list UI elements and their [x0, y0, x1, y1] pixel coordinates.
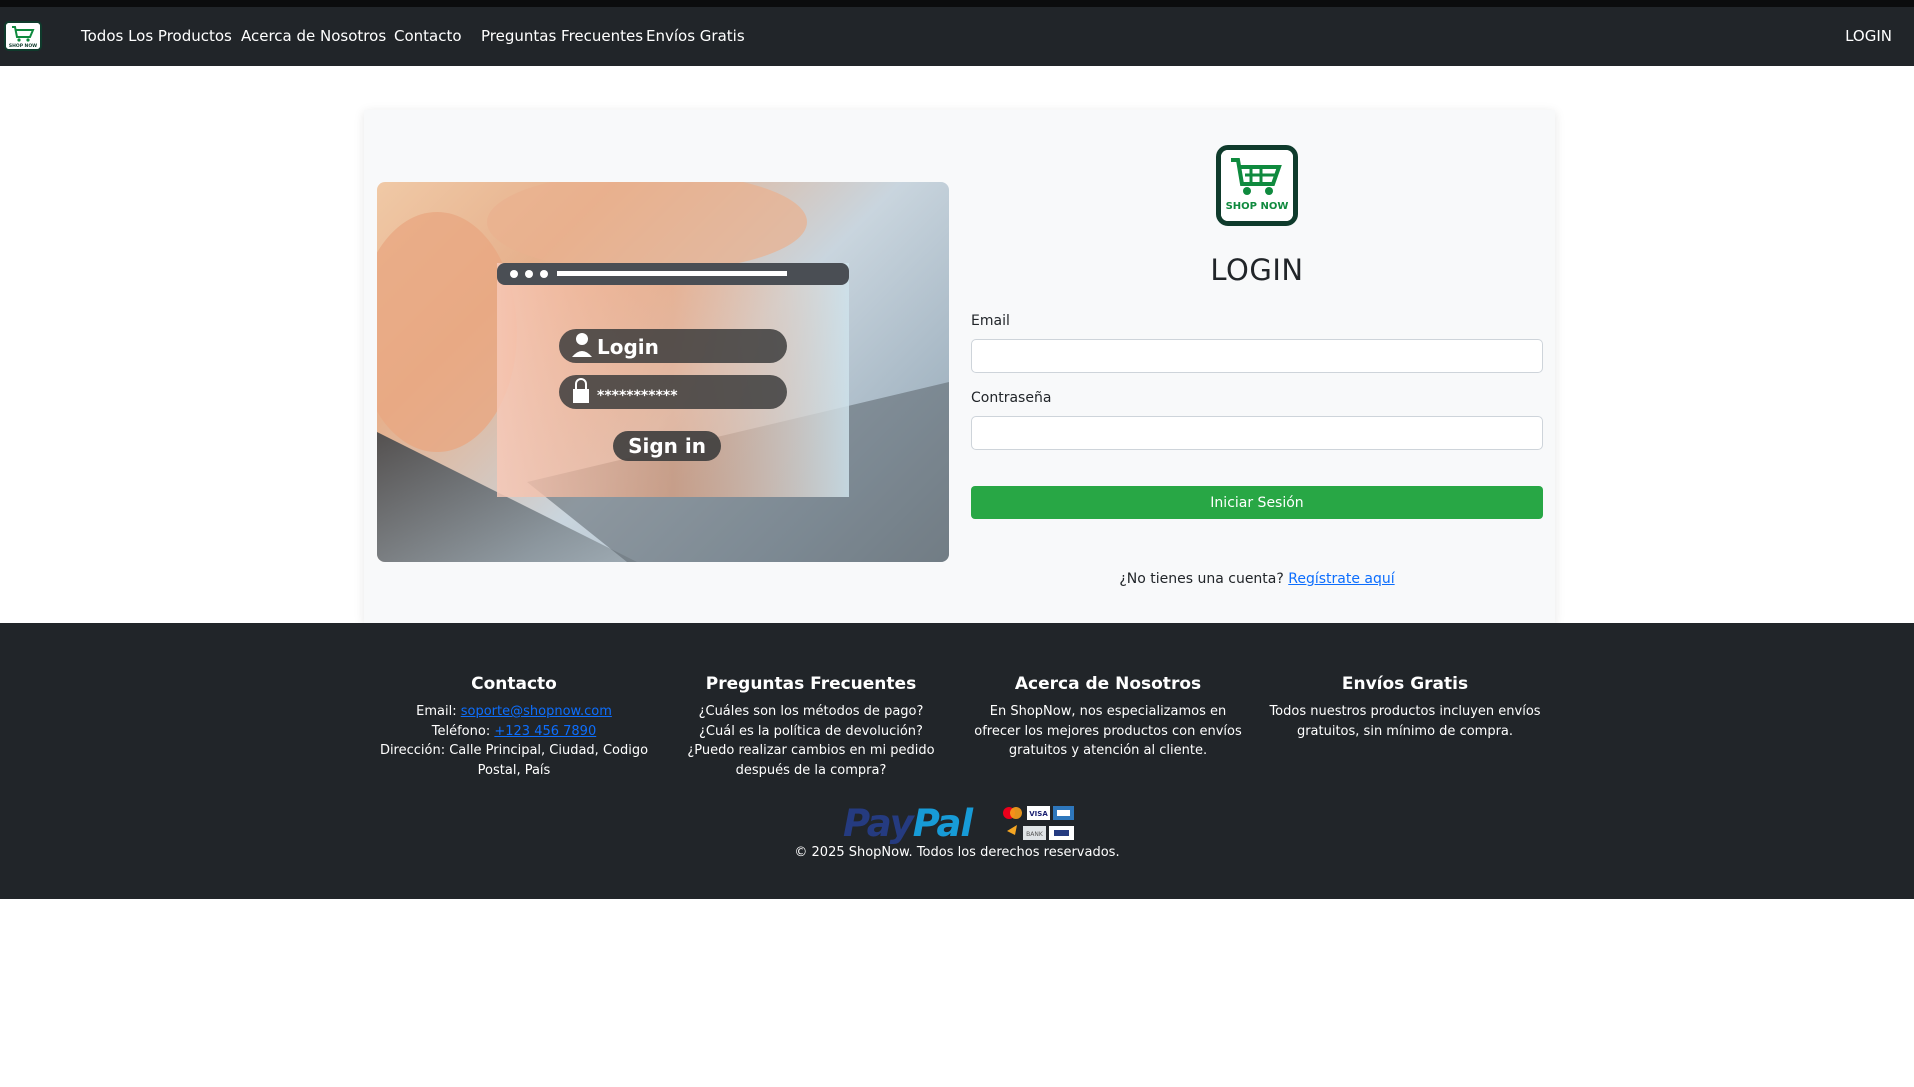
footer-phone-label: Teléfono:: [431, 723, 491, 739]
shop-logo: SHOP NOW: [1216, 145, 1298, 226]
footer-faq-title: Preguntas Frecuentes: [705, 674, 917, 694]
hero-illustration: Login *********** Sign in: [377, 182, 949, 562]
password-label: Contraseña: [971, 390, 1052, 406]
bank-text: BANK: [1026, 831, 1044, 838]
footer-about-title: Acerca de Nosotros: [1014, 674, 1202, 694]
user-icon: [576, 333, 588, 345]
footer-about-text: En ShopNow, nos especializamos en ofrece…: [974, 704, 1242, 758]
nav-login[interactable]: LOGIN: [1845, 27, 1892, 46]
register-prompt: ¿No tienes una cuenta?: [1119, 571, 1284, 587]
top-strip: [0, 0, 1914, 7]
footer-email-link[interactable]: soporte@shopnow.com: [461, 704, 612, 719]
nav-free-shipping[interactable]: Envíos Gratis: [646, 27, 745, 46]
footer-phone-line: Teléfono: +123 456 7890: [372, 722, 656, 742]
paypal-logo: PayPal: [843, 802, 973, 845]
hero-login-text: Login: [597, 335, 659, 359]
hero-password-mask: ***********: [597, 388, 678, 404]
shopping-cart-icon: SHOP NOW: [1221, 150, 1293, 221]
hero-signin-text: Sign in: [628, 434, 706, 458]
logo-text: SHOP NOW: [1226, 201, 1289, 212]
navbar: SHOP NOW Todos Los Productos Acerca de N…: [0, 7, 1914, 66]
nav-about[interactable]: Acerca de Nosotros: [241, 27, 386, 46]
password-field[interactable]: [971, 416, 1543, 450]
footer-faq-q1: ¿Cuáles son los métodos de pago?: [698, 704, 924, 719]
footer-shipping-title: Envíos Gratis: [1341, 674, 1469, 694]
footer-shipping-text: Todos nuestros productos incluyen envíos…: [1269, 704, 1541, 739]
footer-faq: Preguntas Frecuentes ¿Cuáles son los mét…: [669, 673, 953, 780]
footer-faq-q2: ¿Cuál es la política de devolución?: [699, 723, 923, 739]
footer-phone-link[interactable]: +123 456 7890: [494, 724, 596, 739]
footer-contact-title: Contacto: [471, 674, 557, 694]
login-title: LOGIN: [1210, 253, 1304, 287]
nav-all-products[interactable]: Todos Los Productos: [81, 27, 232, 46]
email-label: Email: [971, 313, 1010, 329]
register-link[interactable]: Regístrate aquí: [1288, 571, 1394, 587]
footer-address: Dirección: Calle Principal, Ciudad, Codi…: [379, 743, 649, 778]
cart-icon: SHOP NOW: [6, 23, 40, 49]
lock-icon: [573, 389, 589, 403]
nav-contact[interactable]: Contacto: [394, 27, 462, 46]
register-line: ¿No tienes una cuenta? Regístrate aquí: [971, 571, 1543, 587]
footer-shipping: Envíos Gratis Todos nuestros productos i…: [1263, 673, 1547, 741]
payment-cards-icon: VISA BANK: [1003, 806, 1074, 840]
hero-image: Login *********** Sign in: [377, 182, 949, 562]
nav-logo-text: SHOP NOW: [9, 43, 37, 49]
footer-email-line: Email: soporte@shopnow.com: [372, 702, 656, 722]
nav-faq[interactable]: Preguntas Frecuentes: [481, 27, 643, 46]
visa-text: VISA: [1029, 810, 1048, 818]
footer-email-label: Email:: [416, 704, 457, 719]
login-submit-button[interactable]: Iniciar Sesión: [971, 486, 1543, 519]
copyright: © 2025 ShopNow. Todos los derechos reser…: [794, 845, 1120, 860]
footer-faq-q3: ¿Puedo realizar cambios en mi pedido des…: [687, 743, 935, 778]
footer-about: Acerca de Nosotros En ShopNow, nos espec…: [966, 673, 1250, 761]
footer-contact: Contacto Email: soporte@shopnow.com Telé…: [372, 673, 656, 780]
nav-logo[interactable]: SHOP NOW: [4, 21, 42, 51]
footer: Contacto Email: soporte@shopnow.com Telé…: [0, 623, 1914, 899]
email-field[interactable]: [971, 339, 1543, 373]
